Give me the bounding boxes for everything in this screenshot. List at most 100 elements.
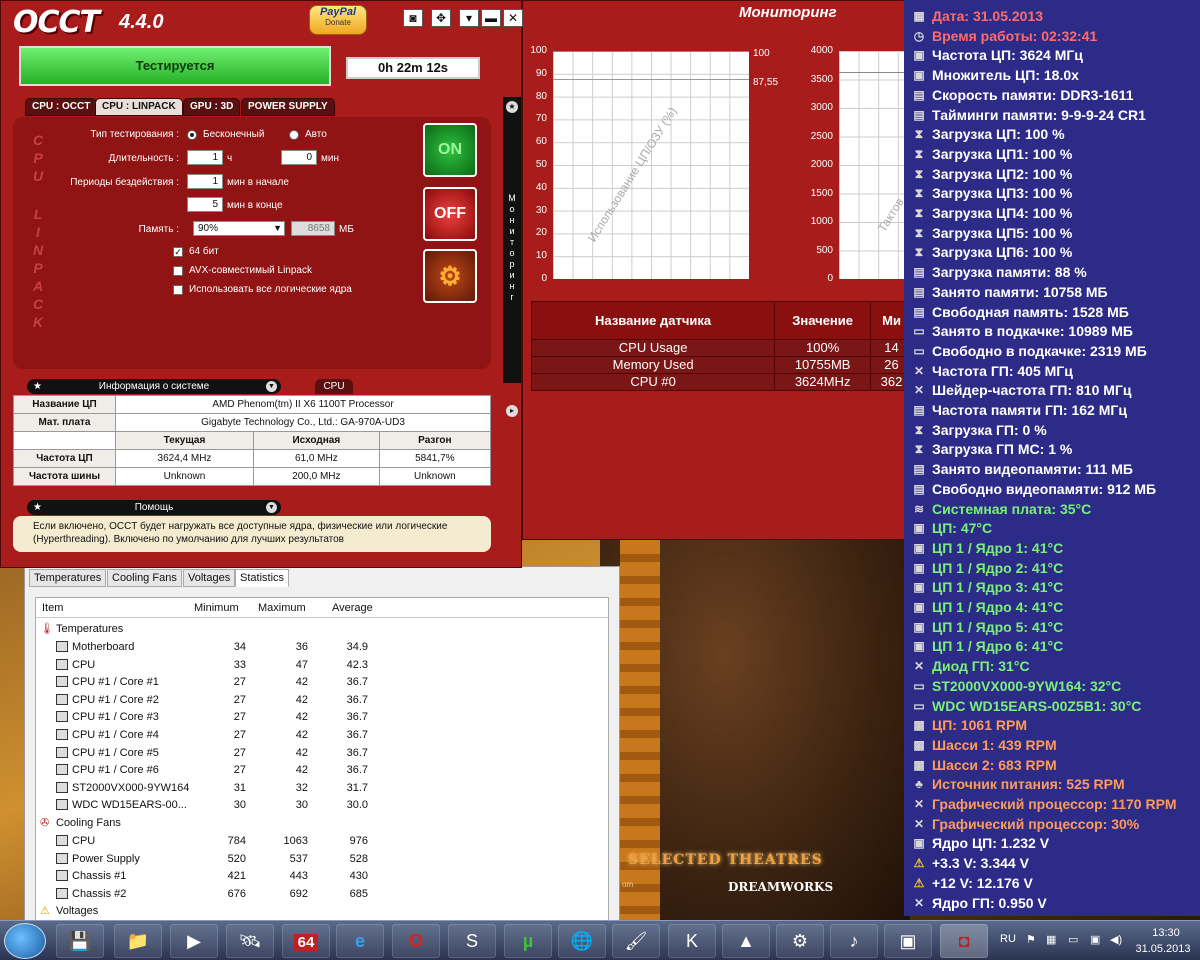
test-type-infinite-radio[interactable] xyxy=(187,130,197,140)
statistics-row[interactable]: CPU #1 / Core #2 27 42 36.7 xyxy=(36,691,608,709)
collapse-icon[interactable]: ▼ xyxy=(266,381,277,392)
statistics-row[interactable]: CPU 784 1063 976 xyxy=(36,832,608,850)
duration-hours-input[interactable]: 1 xyxy=(187,150,223,165)
statistics-row[interactable]: Chassis #1 421 443 430 xyxy=(36,867,608,885)
statistics-row[interactable]: WDC WD15EARS-00... 30 30 30.0 xyxy=(36,796,608,814)
tab-power-supply[interactable]: POWER SUPPLY xyxy=(241,98,335,116)
taskbar-app-button[interactable]: 🖌 xyxy=(612,924,660,958)
idle-start-input[interactable]: 1 xyxy=(187,174,223,189)
duration-minutes-input[interactable]: 0 xyxy=(281,150,317,165)
statistics-row[interactable]: CPU 33 47 42.3 xyxy=(36,656,608,674)
taskbar-app-button[interactable]: K xyxy=(668,924,716,958)
tab-cpu-occt[interactable]: CPU : OCCT xyxy=(25,98,98,116)
sensor-overlay-text: Шасси 1: 439 RPM xyxy=(932,736,1057,753)
tab-temperatures[interactable]: Temperatures xyxy=(29,569,107,587)
statistics-row[interactable]: Power Supply 520 537 528 xyxy=(36,850,608,868)
statistics-avg: 30.0 xyxy=(346,799,368,812)
taskbar-app-button[interactable]: 💾 xyxy=(56,924,104,958)
statistics-row[interactable]: CPU #1 / Core #1 27 42 36.7 xyxy=(36,673,608,691)
power-supply-icon: ♣ xyxy=(915,777,923,792)
on-button[interactable]: ON xyxy=(423,123,477,177)
collapse-icon[interactable]: ▼ xyxy=(266,502,277,513)
opt-avx-checkbox[interactable] xyxy=(173,266,183,276)
taskbar-app-button[interactable]: ▶ xyxy=(170,924,218,958)
statistics-row[interactable]: CPU #1 / Core #6 27 42 36.7 xyxy=(36,761,608,779)
tab-voltages[interactable]: Voltages xyxy=(183,569,236,587)
system-info-header[interactable]: ★ Информация о системе ▼ xyxy=(27,379,281,394)
language-indicator[interactable]: RU xyxy=(1000,933,1016,945)
column-average[interactable]: Average xyxy=(332,602,373,614)
statistics-row[interactable]: Motherboard 34 36 34.9 xyxy=(36,638,608,656)
statistics-row[interactable]: ST2000VX000-9YW164 31 32 31.7 xyxy=(36,779,608,797)
close-icon[interactable]: ✕ xyxy=(503,9,523,27)
taskbar-app-button[interactable]: ⚙ xyxy=(776,924,824,958)
taskbar-app-button[interactable]: 🌐 xyxy=(558,924,606,958)
sensor-icon xyxy=(56,870,68,882)
taskbar-app-button[interactable]: 🛰 xyxy=(226,924,274,958)
side-label-letter: р xyxy=(509,259,515,269)
test-type-auto-radio[interactable] xyxy=(289,130,299,140)
taskbar-app-button[interactable]: O xyxy=(392,924,440,958)
paypal-donate-button[interactable]: PayPal Donate xyxy=(309,5,367,35)
camera-icon[interactable]: ◙ xyxy=(403,9,423,27)
statistics-group[interactable]: ✇ Cooling Fans xyxy=(36,814,608,832)
tab-gpu-3d[interactable]: GPU : 3D xyxy=(183,98,241,116)
minimize-icon[interactable]: ▬ xyxy=(481,9,501,27)
sensor-overlay-text: Свободно в подкачке: 2319 МБ xyxy=(932,342,1147,359)
expand-icon[interactable]: ▸ xyxy=(506,405,518,417)
tab-cpu-linpack[interactable]: CPU : LINPACK xyxy=(95,98,183,116)
paypal-label: PayPal xyxy=(319,6,357,18)
tab-statistics[interactable]: Statistics xyxy=(235,569,290,587)
testing-status-button[interactable]: Тестируется xyxy=(19,46,331,86)
flag-icon[interactable]: ⚑ xyxy=(1026,933,1036,946)
start-button[interactable] xyxy=(4,923,46,959)
statistics-max: 692 xyxy=(289,887,308,900)
clock-time[interactable]: 13:30 xyxy=(1136,927,1196,939)
monitoring-side-strip[interactable]: ★ Мониторинг ▸ xyxy=(503,97,521,417)
gpu-icon: ✕ xyxy=(913,797,925,811)
settings-gear-button[interactable]: ⚙ xyxy=(423,249,477,303)
cpu-icon: ▣ xyxy=(913,540,925,555)
sensor-overlay-text: +3.3 V: 3.344 V xyxy=(932,855,1029,872)
statistics-row[interactable]: CPU #1 / Core #4 27 42 36.7 xyxy=(36,726,608,744)
statistics-group[interactable]: 🌡 Temperatures xyxy=(36,620,608,638)
opt-logical-checkbox[interactable] xyxy=(173,285,183,295)
off-button[interactable]: OFF xyxy=(423,187,477,241)
memory-select[interactable]: 90% ▼ xyxy=(193,221,285,236)
taskbar-app-button[interactable]: ▣ xyxy=(884,924,932,958)
taskbar-app-button[interactable]: ♪ xyxy=(830,924,878,958)
taskbar-app-button[interactable]: e xyxy=(336,924,384,958)
column-minimum[interactable]: Minimum xyxy=(194,602,239,614)
battery-icon[interactable]: ▭ xyxy=(1068,933,1078,946)
star-icon[interactable]: ★ xyxy=(506,101,518,113)
tab-cooling-fans[interactable]: Cooling Fans xyxy=(107,569,182,587)
memory-select-value: 90% xyxy=(198,223,219,234)
taskbar-app-button[interactable]: ◘ xyxy=(940,924,988,958)
statistics-row[interactable]: CPU #1 / Core #5 27 42 36.7 xyxy=(36,744,608,762)
vertical-label-letter: N xyxy=(32,242,44,258)
network-icon[interactable]: ▦ xyxy=(1046,933,1056,946)
chart1-series-line xyxy=(553,79,749,81)
display-icon[interactable]: ▣ xyxy=(1090,933,1100,946)
column-item[interactable]: Item xyxy=(42,602,63,614)
memory-label: Память : xyxy=(138,224,179,235)
idle-end-input[interactable]: 5 xyxy=(187,197,223,212)
sensor-overlay-text: ЦП: 1061 RPM xyxy=(932,717,1027,734)
move-icon[interactable]: ✥ xyxy=(431,9,451,27)
cpu-freq-overclock: 5841,7% xyxy=(378,449,492,468)
taskbar-app-button[interactable]: 📁 xyxy=(114,924,162,958)
cpu-info-tab[interactable]: CPU xyxy=(315,379,353,394)
opt-64bit-checkbox[interactable]: ✓ xyxy=(173,247,183,257)
taskbar-app-button[interactable]: ▲ xyxy=(722,924,770,958)
taskbar-app-button[interactable]: S xyxy=(448,924,496,958)
statistics-row[interactable]: Chassis #2 676 692 685 xyxy=(36,885,608,903)
volume-icon[interactable]: ◀) xyxy=(1110,933,1122,946)
dropdown-icon[interactable]: ▾ xyxy=(459,9,479,27)
help-header[interactable]: ★ Помощь ▼ xyxy=(27,500,281,515)
column-maximum[interactable]: Maximum xyxy=(258,602,306,614)
taskbar-app-button[interactable]: 64 xyxy=(282,924,330,958)
clock-date[interactable]: 31.05.2013 xyxy=(1130,943,1196,955)
statistics-group[interactable]: ⚠ Voltages xyxy=(36,902,608,920)
statistics-row[interactable]: CPU #1 / Core #3 27 42 36.7 xyxy=(36,708,608,726)
taskbar-app-button[interactable]: µ xyxy=(504,924,552,958)
